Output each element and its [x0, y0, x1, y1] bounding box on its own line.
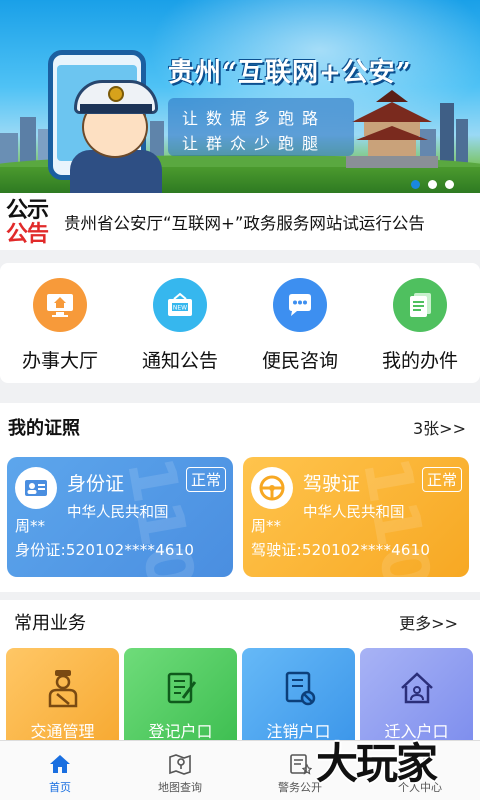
home-icon — [50, 755, 70, 773]
monitor-home-icon — [33, 278, 87, 332]
card-issuer: 中华人民共和国 — [67, 505, 169, 521]
card-holder: 周** — [15, 517, 46, 535]
service-label: 通知公告 — [141, 350, 218, 372]
notice-badge: 公示 公告 — [6, 197, 56, 247]
news-board-icon: NEW — [153, 278, 207, 332]
business-register[interactable]: 登记户口 — [124, 648, 237, 740]
business-cancel[interactable]: 注销户口 — [242, 648, 355, 740]
banner-title: 贵州“互联网+公安” — [168, 58, 412, 88]
officer-badge — [108, 86, 124, 102]
notice-badge-bottom: 公告 — [6, 220, 49, 247]
business-label: 交通管理 — [30, 722, 95, 740]
banner-slogan-line-1: 让数据多跑路 — [182, 109, 327, 128]
card-title: 身份证 — [67, 473, 125, 495]
watermark-logo: 大玩家 — [316, 739, 438, 788]
card-holder: 周** — [251, 517, 282, 535]
licenses-section: 我的证照 3张>> 0110 身份证 正常 中华人民共和国 周** 身份证:52… — [0, 403, 480, 592]
banner-slogan-line-2: 让群众少跑腿 — [182, 134, 327, 153]
officer-cap-band — [80, 104, 152, 113]
licenses-header: 我的证照 3张>> — [0, 407, 480, 447]
traffic-officer-icon — [43, 668, 83, 708]
notice-bar[interactable]: 公示 公告 贵州省公安厅“互联网+”政务服务网站试运行公告 — [0, 193, 480, 250]
business-move-in[interactable]: 迁入户口 — [360, 648, 473, 740]
service-grid: 办事大厅 NEW 通知公告 便民咨询 我的办件 — [0, 263, 480, 383]
business-heading: 常用业务 — [14, 613, 86, 634]
business-more-link[interactable]: 更多>> — [399, 610, 458, 634]
service-office-hall[interactable]: 办事大厅 — [0, 263, 120, 383]
steering-wheel-icon — [251, 467, 293, 509]
status-badge: 正常 — [421, 467, 462, 492]
tab-home[interactable]: 首页 — [0, 741, 120, 800]
tab-map[interactable]: 地图查询 — [120, 741, 240, 800]
map-icon — [169, 754, 191, 775]
documents-icon — [393, 278, 447, 332]
tab-label: 地图查询 — [158, 781, 202, 794]
top-banner[interactable]: 贵州“互联网+公安” 让数据多跑路 让群众少跑腿 — [0, 0, 480, 193]
service-consult[interactable]: 便民咨询 — [240, 263, 360, 383]
licenses-heading: 我的证照 — [8, 418, 80, 439]
card-title: 驾驶证 — [303, 473, 361, 495]
service-label: 便民咨询 — [261, 350, 338, 372]
chat-bubble-icon — [273, 278, 327, 332]
status-badge: 正常 — [185, 467, 226, 492]
cancel-document-icon — [279, 668, 319, 708]
notice-badge-top: 公示 — [6, 196, 49, 223]
tab-label: 首页 — [49, 781, 71, 794]
business-header: 常用业务 更多>> — [0, 602, 480, 642]
service-label: 办事大厅 — [21, 350, 98, 372]
carousel-dot[interactable] — [445, 180, 454, 189]
register-book-icon — [161, 668, 201, 708]
carousel-dots[interactable] — [411, 180, 454, 189]
service-label: 我的办件 — [381, 350, 458, 372]
move-in-house-icon — [397, 668, 437, 708]
pagoda-illustration — [346, 90, 438, 168]
id-card[interactable]: 0110 身份证 正常 中华人民共和国 周** 身份证:520102****46… — [7, 457, 233, 577]
id-card-icon — [15, 467, 57, 509]
business-section: 常用业务 更多>> 交通管理 登记户口 注销户口 迁入户口 — [0, 600, 480, 740]
business-label: 登记户口 — [148, 722, 213, 740]
svg-text:NEW: NEW — [173, 305, 187, 312]
notice-text[interactable]: 贵州省公安厅“互联网+”政务服务网站试运行公告 — [64, 210, 425, 234]
service-my-cases[interactable]: 我的办件 — [360, 263, 480, 383]
licenses-count-link[interactable]: 3张>> — [413, 415, 466, 439]
carousel-dot[interactable] — [428, 180, 437, 189]
carousel-dot[interactable] — [411, 180, 420, 189]
service-notices[interactable]: NEW 通知公告 — [120, 263, 240, 383]
business-traffic[interactable]: 交通管理 — [6, 648, 119, 740]
card-number: 身份证:520102****4610 — [15, 541, 195, 559]
card-issuer: 中华人民共和国 — [303, 505, 405, 521]
driver-license-card[interactable]: 0110 驾驶证 正常 中华人民共和国 周** 驾驶证:520102****46… — [243, 457, 469, 577]
card-number: 驾驶证:520102****4610 — [251, 541, 431, 559]
police-notice-icon — [290, 754, 312, 775]
